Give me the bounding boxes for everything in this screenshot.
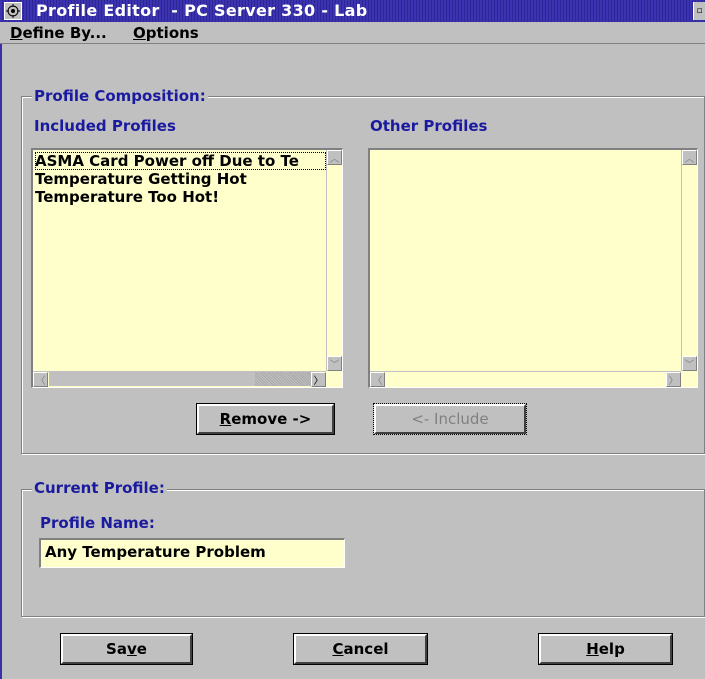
included-items: ASMA Card Power off Due to Te Temperature… <box>35 152 326 206</box>
other-profiles-label: Other Profiles <box>370 117 488 135</box>
scroll-track[interactable] <box>255 372 313 386</box>
scroll-corner <box>681 371 697 387</box>
scroll-up-icon[interactable]: ︿ <box>327 150 342 165</box>
menu-options[interactable]: Options <box>133 24 199 42</box>
scroll-right-icon[interactable]: 〉 <box>311 372 326 387</box>
list-item[interactable]: ASMA Card Power off Due to Te <box>35 152 326 170</box>
save-button[interactable]: Save <box>60 633 193 665</box>
other-vertical-scrollbar[interactable]: ︿ ﹀ <box>681 150 697 371</box>
included-profiles-label: Included Profiles <box>34 117 176 135</box>
scroll-thumb[interactable] <box>49 372 255 386</box>
include-button[interactable]: <- Include <box>373 403 527 435</box>
current-profile-label: Current Profile: <box>32 479 167 497</box>
scroll-up-icon[interactable]: ︿ <box>682 150 697 165</box>
scroll-down-icon[interactable]: ﹀ <box>327 356 342 371</box>
scroll-right-icon[interactable]: 〉 <box>666 372 681 387</box>
menu-bar: Define By... Options <box>0 22 705 44</box>
window-border <box>0 44 2 679</box>
scroll-corner <box>326 371 342 387</box>
other-horizontal-scrollbar[interactable]: 〈 〉 <box>370 371 681 387</box>
profile-name-field[interactable]: Any Temperature Problem <box>39 538 345 568</box>
system-menu-icon[interactable] <box>4 2 22 20</box>
scroll-down-icon[interactable]: ﹀ <box>682 356 697 371</box>
list-item[interactable]: Temperature Too Hot! <box>35 188 326 206</box>
title-bar[interactable]: Profile Editor - PC Server 330 - Lab ▫ <box>0 0 705 22</box>
scroll-left-icon[interactable]: 〈 <box>370 372 385 387</box>
minimize-icon[interactable]: ▫ <box>693 2 705 20</box>
menu-define-by[interactable]: Define By... <box>10 24 107 42</box>
window-title: Profile Editor - PC Server 330 - Lab <box>36 1 368 20</box>
list-item[interactable]: Temperature Getting Hot <box>35 170 326 188</box>
included-horizontal-scrollbar[interactable]: 〈 〉 <box>33 371 326 387</box>
included-profiles-list[interactable]: ASMA Card Power off Due to Te Temperature… <box>31 148 343 388</box>
help-button[interactable]: Help <box>538 633 673 665</box>
scroll-left-icon[interactable]: 〈 <box>33 372 48 387</box>
remove-button[interactable]: Remove -> <box>196 403 335 435</box>
other-profiles-list[interactable]: ︿ ﹀ 〈 〉 <box>368 148 698 388</box>
cancel-button[interactable]: Cancel <box>293 633 428 665</box>
included-vertical-scrollbar[interactable]: ︿ ﹀ <box>326 150 342 371</box>
profile-name-label: Profile Name: <box>40 514 155 532</box>
profile-composition-label: Profile Composition: <box>32 87 208 105</box>
